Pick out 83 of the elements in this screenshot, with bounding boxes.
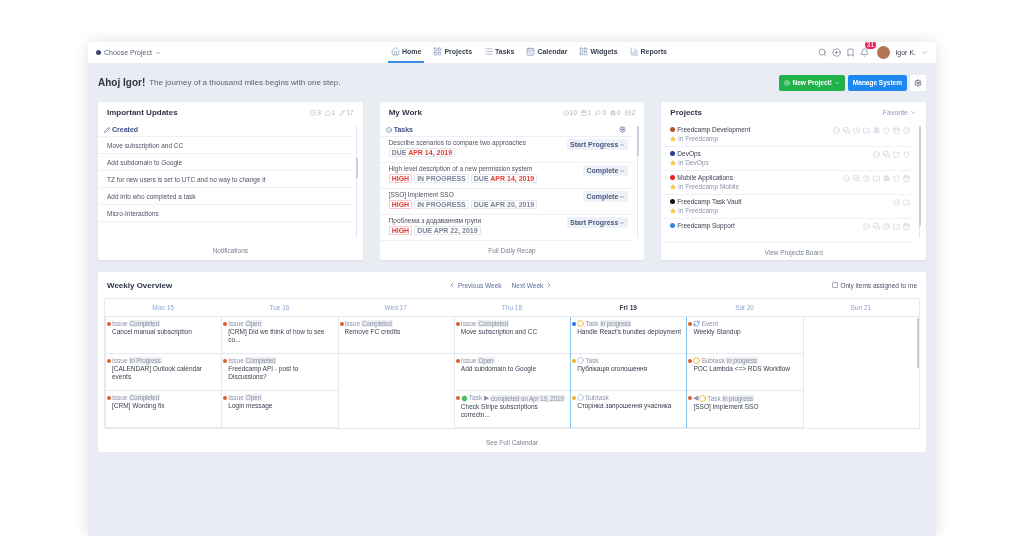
caret-icon[interactable] <box>921 49 928 56</box>
star-icon[interactable] <box>670 207 677 214</box>
bug-icon[interactable] <box>873 127 880 134</box>
calendar-icon[interactable] <box>526 47 536 56</box>
card-title: Important Updates <box>107 108 178 117</box>
chat-bubbles-icon[interactable] <box>853 175 860 182</box>
caret-icon[interactable] <box>619 167 626 174</box>
calendar-icon <box>580 109 587 116</box>
caret-icon[interactable] <box>619 193 626 200</box>
folder-icon[interactable] <box>903 199 910 206</box>
pencil-icon <box>339 109 346 116</box>
folder-icon[interactable] <box>893 223 900 230</box>
check-circle-icon[interactable] <box>833 127 840 134</box>
greeting-title: Ahoj Igor! <box>98 77 146 88</box>
bookmark-icon[interactable] <box>846 48 856 57</box>
scrollbar[interactable] <box>919 126 921 226</box>
check-circle-icon[interactable] <box>843 175 850 182</box>
folder-icon[interactable] <box>873 175 880 182</box>
pencil-icon <box>104 126 110 133</box>
calendar-icon[interactable] <box>903 175 910 182</box>
list-icon[interactable] <box>484 47 494 56</box>
chat-bubbles-icon[interactable] <box>883 151 890 158</box>
gear-icon[interactable] <box>914 78 922 87</box>
greeting-text: The journey of a thousand miles begins with one step. <box>149 78 341 87</box>
comment-icon <box>324 109 331 116</box>
bell-icon[interactable] <box>860 48 870 57</box>
card-title: Projects <box>670 108 702 117</box>
search-icon[interactable] <box>818 48 828 57</box>
calendar-icon[interactable] <box>893 127 900 134</box>
check-circle-icon <box>460 394 468 402</box>
progress-icon <box>699 394 707 402</box>
chat-bubbles-icon[interactable] <box>843 127 850 134</box>
add-icon[interactable] <box>832 48 842 57</box>
star-icon[interactable] <box>670 135 677 142</box>
folder-icon[interactable] <box>863 127 870 134</box>
clock-icon[interactable] <box>853 127 860 134</box>
mail-icon <box>624 109 631 116</box>
shield-icon[interactable] <box>893 175 900 182</box>
caret-icon[interactable] <box>619 219 626 226</box>
check-circle-icon <box>310 109 317 116</box>
check-circle-icon[interactable] <box>873 151 880 158</box>
scrollbar[interactable] <box>917 318 919 368</box>
star-icon[interactable] <box>670 159 677 166</box>
caret-icon[interactable] <box>619 141 626 148</box>
folder-icon[interactable] <box>893 151 900 158</box>
circle-icon <box>577 357 585 364</box>
progress-icon <box>577 320 585 327</box>
plus-icon[interactable] <box>784 79 791 86</box>
caret-icon[interactable] <box>154 49 161 56</box>
info-icon[interactable] <box>903 127 910 134</box>
check-circle-icon[interactable] <box>893 199 900 206</box>
flag-icon <box>595 109 602 116</box>
circle-icon <box>577 394 585 401</box>
clock-icon[interactable] <box>883 223 890 230</box>
check-circle-icon <box>385 126 392 133</box>
scrollbar[interactable] <box>355 158 358 178</box>
check-circle-icon[interactable] <box>863 223 870 230</box>
chat-bubbles-icon[interactable] <box>873 223 880 230</box>
checkbox[interactable] <box>832 282 839 288</box>
bug-icon <box>610 109 617 116</box>
card-title: Weekly Overview <box>107 280 173 290</box>
chevron-left-icon[interactable] <box>448 281 456 289</box>
home-icon[interactable] <box>391 47 400 56</box>
check-circle-icon <box>562 109 569 116</box>
clock-icon[interactable] <box>863 175 870 182</box>
project-dot <box>96 50 101 55</box>
avatar[interactable] <box>877 46 891 59</box>
calendar-icon[interactable] <box>903 223 910 230</box>
star-icon[interactable] <box>670 183 677 190</box>
gear-icon[interactable] <box>619 126 627 133</box>
card-title: My Work <box>388 108 422 117</box>
progress-icon <box>693 357 701 364</box>
scrollbar[interactable] <box>637 126 640 156</box>
shield-icon[interactable] <box>903 151 910 158</box>
bar-chart-icon[interactable] <box>629 47 639 56</box>
grid-icon[interactable] <box>433 47 443 56</box>
bug-icon[interactable] <box>883 175 890 182</box>
sync-icon <box>693 320 701 327</box>
caret-icon[interactable] <box>910 109 917 116</box>
caret-icon[interactable] <box>833 79 840 86</box>
settings-button[interactable] <box>910 74 926 91</box>
shield-icon[interactable] <box>883 127 890 134</box>
dashboard-icon[interactable] <box>579 47 589 56</box>
